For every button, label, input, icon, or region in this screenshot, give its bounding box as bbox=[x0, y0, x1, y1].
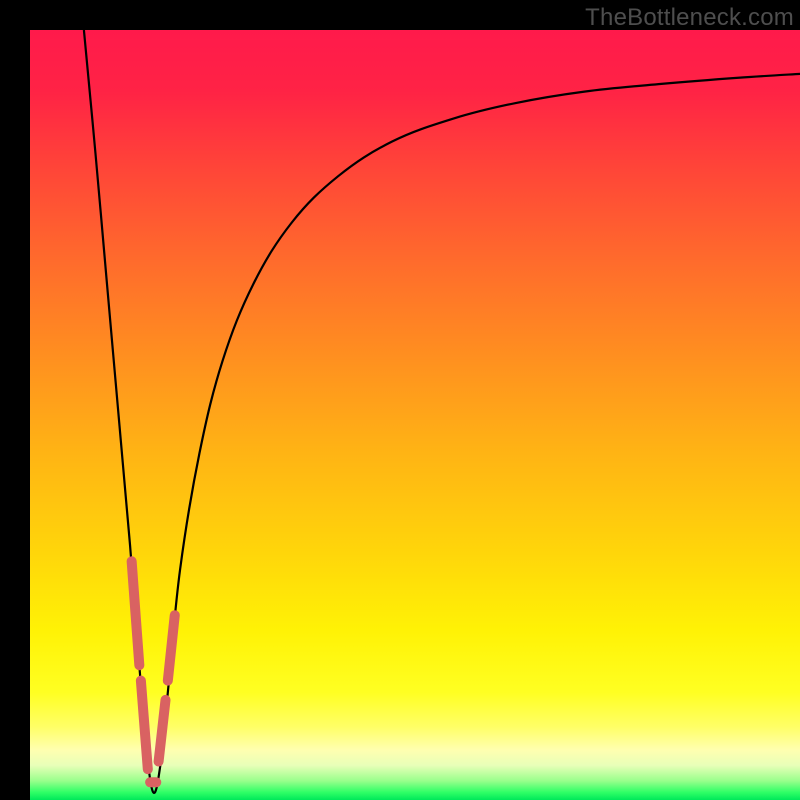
marker-right-rise bbox=[168, 615, 175, 680]
marker-right-of-min bbox=[159, 700, 166, 762]
marker-left-to-min bbox=[141, 681, 148, 770]
bottleneck-curve bbox=[84, 30, 800, 793]
plot-area bbox=[30, 30, 800, 800]
marker-left-near-min bbox=[132, 561, 140, 665]
watermark-text: TheBottleneck.com bbox=[585, 4, 794, 32]
chart-svg bbox=[30, 30, 800, 800]
chart-frame: TheBottleneck.com bbox=[0, 0, 800, 800]
highlight-markers bbox=[132, 561, 175, 782]
